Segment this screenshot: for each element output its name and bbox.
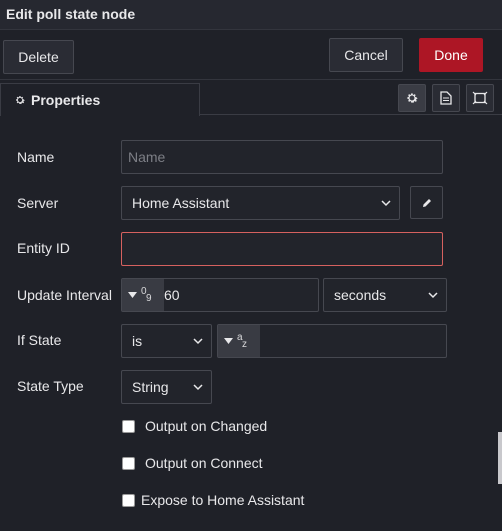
state-type-label: State Type — [17, 378, 84, 394]
server-label: Server — [17, 195, 59, 211]
output-on-connect-row: Output on Connect — [122, 455, 263, 471]
server-select[interactable]: Home Assistant — [121, 186, 400, 220]
dialog-title: Edit poll state node — [6, 6, 136, 22]
if-state-operator-select[interactable]: is — [121, 324, 212, 358]
frame-icon — [472, 91, 488, 105]
cancel-button[interactable]: Cancel — [329, 38, 403, 72]
number-type-icon: 0 9 — [141, 286, 152, 304]
if-state-value-input[interactable]: a z — [217, 324, 447, 358]
caret-down-icon — [224, 338, 233, 344]
gear-icon — [16, 96, 25, 104]
type-selector-button[interactable]: 0 9 — [122, 279, 164, 311]
state-type-select[interactable]: String — [121, 370, 212, 404]
string-type-icon: a z — [237, 332, 247, 350]
output-on-connect-label: Output on Connect — [145, 455, 263, 471]
expose-to-ha-label: Expose to Home Assistant — [141, 492, 305, 508]
state-type-value: String — [132, 379, 169, 395]
tab-appearance[interactable] — [466, 84, 494, 112]
caret-down-icon — [128, 292, 137, 298]
output-on-connect-checkbox[interactable] — [122, 456, 135, 470]
update-interval-value: 60 — [164, 287, 180, 303]
scrollbar-thumb[interactable] — [498, 432, 502, 484]
interval-unit-select[interactable]: seconds — [323, 278, 447, 312]
entity-id-input[interactable] — [121, 232, 443, 266]
dialog-toolbar: Delete Cancel Done — [0, 30, 502, 80]
tab-bar: Properties — [0, 80, 502, 116]
output-on-changed-checkbox[interactable] — [122, 419, 135, 433]
tab-description[interactable] — [432, 84, 460, 112]
update-interval-input[interactable]: 0 9 60 — [121, 278, 319, 312]
dialog-titlebar: Edit poll state node — [0, 0, 502, 30]
output-on-changed-label: Output on Changed — [145, 418, 268, 434]
chevron-down-icon — [193, 384, 203, 391]
update-interval-label: Update Interval — [17, 287, 112, 303]
server-select-value: Home Assistant — [132, 195, 230, 211]
tab-properties[interactable]: Properties — [0, 83, 200, 116]
expose-to-ha-row: Expose to Home Assistant — [122, 492, 304, 508]
chevron-down-icon — [381, 200, 391, 207]
output-on-changed-row: Output on Changed — [122, 418, 267, 434]
chevron-down-icon — [428, 292, 438, 299]
type-selector-button[interactable]: a z — [218, 325, 260, 357]
name-input[interactable] — [121, 140, 443, 174]
document-icon — [440, 91, 452, 105]
delete-button[interactable]: Delete — [3, 40, 74, 74]
chevron-down-icon — [193, 338, 203, 345]
tab-properties-label: Properties — [31, 92, 101, 108]
pencil-icon — [422, 198, 431, 207]
expose-to-ha-checkbox[interactable] — [122, 493, 135, 507]
edit-server-button[interactable] — [410, 186, 443, 219]
gear-icon — [407, 93, 418, 103]
interval-unit-value: seconds — [334, 287, 387, 303]
if-state-operator-value: is — [132, 333, 143, 349]
done-button[interactable]: Done — [419, 38, 483, 72]
name-label: Name — [17, 149, 55, 165]
if-state-label: If State — [17, 332, 62, 348]
entity-id-label: Entity ID — [17, 240, 70, 256]
tab-settings[interactable] — [398, 84, 426, 112]
